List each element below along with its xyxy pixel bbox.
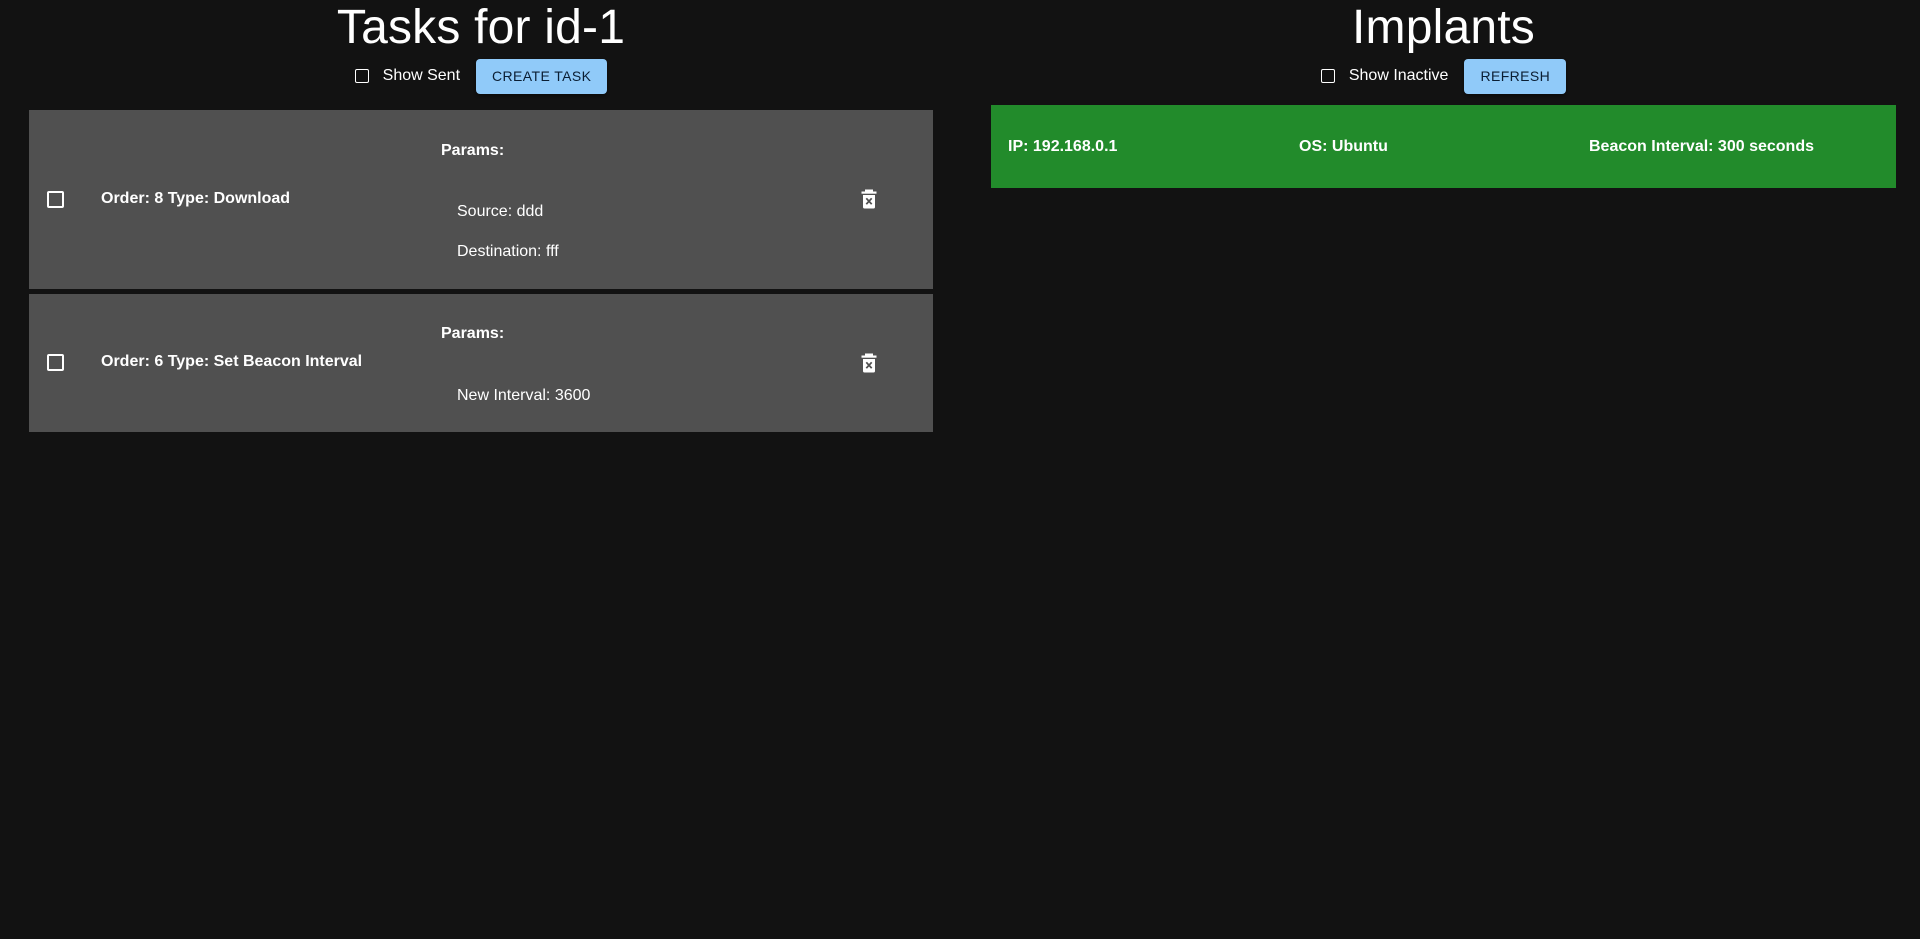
trash-can-icon[interactable]	[861, 353, 877, 373]
implants-controls: Show Inactive REFRESH	[991, 56, 1896, 96]
task-select-checkbox[interactable]	[47, 354, 64, 371]
create-task-button[interactable]: CREATE TASK	[476, 58, 608, 94]
params-label: Params:	[441, 142, 505, 159]
task-param: Destination: fff	[457, 243, 559, 260]
checkbox-icon[interactable]	[354, 69, 369, 83]
implants-panel: Implants Show Inactive REFRESH IP: 192.1…	[991, 0, 1896, 188]
task-card: Order: 8 Type: Download Params: Source: …	[29, 110, 933, 289]
implant-ip: IP: 192.168.0.1	[1008, 138, 1118, 155]
task-title: Order: 8 Type: Download	[101, 190, 291, 207]
implant-row[interactable]: IP: 192.168.0.1 OS: Ubuntu Beacon Interv…	[991, 105, 1896, 188]
checkbox-icon[interactable]	[1320, 69, 1335, 83]
task-select-checkbox[interactable]	[47, 191, 64, 208]
implant-beacon-interval: Beacon Interval: 300 seconds	[1589, 138, 1814, 155]
task-param: Source: ddd	[457, 203, 544, 220]
tasks-panel: Tasks for id-1 Show Sent CREATE TASK Ord…	[29, 0, 933, 432]
trash-can-icon[interactable]	[861, 189, 877, 209]
show-sent-label: Show Sent	[382, 67, 461, 84]
implants-title: Implants	[1351, 1, 1535, 54]
show-inactive-label: Show Inactive	[1348, 67, 1449, 84]
show-inactive-checkbox[interactable]: Show Inactive	[1320, 67, 1449, 85]
tasks-title: Tasks for id-1	[336, 1, 626, 54]
task-param: New Interval: 3600	[457, 387, 591, 404]
implant-os: OS: Ubuntu	[1299, 138, 1388, 155]
show-sent-checkbox[interactable]: Show Sent	[354, 67, 461, 85]
task-card: Order: 6 Type: Set Beacon Interval Param…	[29, 294, 933, 432]
refresh-button[interactable]: REFRESH	[1464, 58, 1567, 94]
tasks-controls: Show Sent CREATE TASK	[29, 56, 933, 96]
task-title: Order: 6 Type: Set Beacon Interval	[101, 353, 363, 370]
params-label: Params:	[441, 325, 505, 342]
